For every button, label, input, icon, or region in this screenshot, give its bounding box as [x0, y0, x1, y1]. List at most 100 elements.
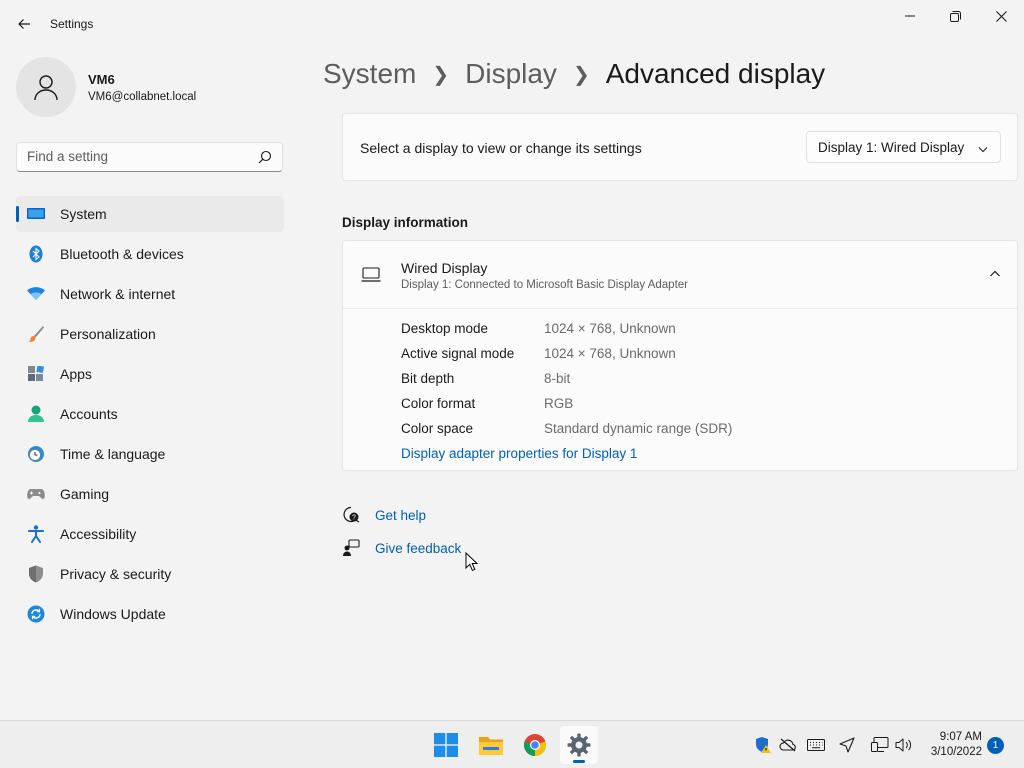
get-help-label: Get help — [375, 507, 427, 523]
info-row: Color space Standard dynamic range (SDR) — [401, 421, 732, 446]
info-row: Bit depth 8-bit — [401, 371, 732, 396]
section-title: Display information — [342, 215, 469, 230]
mouse-pointer-icon — [465, 551, 479, 577]
display-adapter-properties-link[interactable]: Display adapter properties for Display 1 — [401, 446, 637, 461]
accounts-icon — [26, 404, 46, 424]
sidebar-item-gaming[interactable]: Gaming — [16, 476, 284, 512]
chevron-right-icon: ❯ — [432, 63, 450, 86]
clock-date: 3/10/2022 — [930, 746, 982, 758]
accessibility-icon — [26, 524, 46, 544]
search-box[interactable] — [16, 142, 283, 172]
file-explorer-button[interactable] — [472, 726, 510, 764]
display-info-header[interactable]: Wired Display Display 1: Connected to Mi… — [343, 241, 1017, 309]
sidebar-item-windows-update[interactable]: Windows Update — [16, 596, 284, 632]
gamepad-icon — [26, 484, 46, 504]
notification-badge[interactable]: 1 — [987, 737, 1004, 754]
chevron-right-icon: ❯ — [572, 63, 590, 86]
get-help-link[interactable]: ? Get help — [342, 506, 426, 524]
help-icon: ? — [342, 506, 360, 524]
start-button[interactable] — [427, 726, 465, 764]
sidebar-item-apps[interactable]: Apps — [16, 356, 284, 392]
display-dropdown[interactable]: Display 1: Wired Display — [806, 131, 1001, 163]
sidebar-item-label: Privacy & security — [60, 566, 172, 582]
settings-gear-icon — [567, 733, 591, 757]
sidebar-item-time-language[interactable]: Time & language — [16, 436, 284, 472]
bluetooth-icon — [26, 244, 46, 264]
keyboard-tray-button[interactable] — [807, 736, 825, 754]
sidebar-item-system[interactable]: System — [16, 196, 284, 232]
minimize-icon — [905, 15, 915, 17]
sidebar-item-accounts[interactable]: Accounts — [16, 396, 284, 432]
svg-text:?: ? — [352, 515, 356, 522]
cloud-offline-icon — [779, 738, 796, 752]
location-tray-button[interactable] — [838, 736, 856, 754]
info-value: RGB — [544, 396, 574, 411]
feedback-icon — [342, 539, 360, 557]
app-title: Settings — [50, 17, 94, 31]
select-display-label: Select a display to view or change its s… — [360, 140, 642, 156]
display-subtitle: Display 1: Connected to Microsoft Basic … — [401, 279, 688, 291]
sidebar-item-network[interactable]: Network & internet — [16, 276, 284, 312]
info-key: Color space — [401, 421, 474, 436]
system-icon — [26, 204, 46, 224]
volume-icon — [895, 738, 912, 752]
breadcrumb-system[interactable]: System — [323, 58, 416, 90]
sidebar-item-bluetooth[interactable]: Bluetooth & devices — [16, 236, 284, 272]
display-dropdown-value: Display 1: Wired Display — [818, 140, 965, 155]
back-button[interactable] — [10, 10, 38, 38]
sidebar-item-label: Personalization — [60, 326, 156, 342]
give-feedback-link[interactable]: Give feedback — [342, 539, 461, 557]
chevron-up-icon[interactable] — [989, 267, 1001, 285]
maximize-button[interactable] — [932, 0, 978, 32]
select-display-card: Select a display to view or change its s… — [342, 113, 1018, 181]
windows-start-icon — [434, 733, 458, 757]
info-value: 8-bit — [544, 371, 571, 386]
user-name: VM6 — [88, 72, 115, 87]
network-tray-button[interactable] — [871, 736, 889, 754]
avatar[interactable] — [16, 57, 76, 117]
taskbar: 9:07 AM 3/10/2022 1 — [0, 720, 1024, 768]
security-shield-icon — [756, 737, 771, 753]
network-icon — [871, 737, 889, 752]
info-value: 1024 × 768, Unknown — [544, 346, 676, 361]
minimize-button[interactable] — [887, 0, 933, 32]
info-row: Color format RGB — [401, 396, 732, 421]
info-value: Standard dynamic range (SDR) — [544, 421, 733, 436]
search-icon[interactable] — [258, 150, 272, 169]
onedrive-tray-button[interactable] — [779, 736, 797, 754]
title-bar: Settings — [0, 0, 1024, 48]
person-icon — [34, 75, 58, 101]
info-key: Desktop mode — [401, 321, 489, 336]
info-row: Desktop mode 1024 × 768, Unknown — [401, 321, 732, 346]
close-button[interactable] — [978, 0, 1024, 32]
sidebar-item-label: Accounts — [60, 406, 118, 422]
file-explorer-icon — [479, 737, 503, 755]
info-key: Active signal mode — [401, 346, 515, 361]
sidebar-item-label: Network & internet — [60, 286, 176, 302]
taskbar-clock[interactable]: 9:07 AM 3/10/2022 — [920, 730, 982, 760]
clock-globe-icon — [26, 444, 46, 464]
chrome-icon — [523, 734, 547, 757]
sidebar-nav: System Bluetooth & devices Network & int… — [16, 196, 284, 636]
settings-taskbar-button[interactable] — [560, 726, 598, 764]
location-icon — [839, 737, 855, 753]
give-feedback-label: Give feedback — [375, 540, 462, 556]
clock-time: 9:07 AM — [939, 731, 982, 743]
shield-icon — [26, 564, 46, 584]
sidebar-item-label: Windows Update — [60, 606, 166, 622]
chrome-button[interactable] — [516, 726, 554, 764]
chevron-down-icon — [978, 141, 988, 159]
wifi-icon — [26, 284, 46, 304]
sidebar-item-privacy-security[interactable]: Privacy & security — [16, 556, 284, 592]
sidebar-item-accessibility[interactable]: Accessibility — [16, 516, 284, 552]
breadcrumb-display[interactable]: Display — [465, 58, 557, 90]
security-tray-button[interactable] — [755, 736, 773, 754]
volume-tray-button[interactable] — [895, 736, 913, 754]
sidebar-item-personalization[interactable]: Personalization — [16, 316, 284, 352]
display-info-rows: Desktop mode 1024 × 768, Unknown Active … — [401, 321, 732, 446]
display-info-card: Wired Display Display 1: Connected to Mi… — [342, 240, 1018, 471]
search-input[interactable] — [27, 149, 247, 164]
page-title: Advanced display — [605, 58, 826, 89]
info-row: Active signal mode 1024 × 768, Unknown — [401, 346, 732, 371]
arrow-left-icon — [18, 19, 30, 29]
